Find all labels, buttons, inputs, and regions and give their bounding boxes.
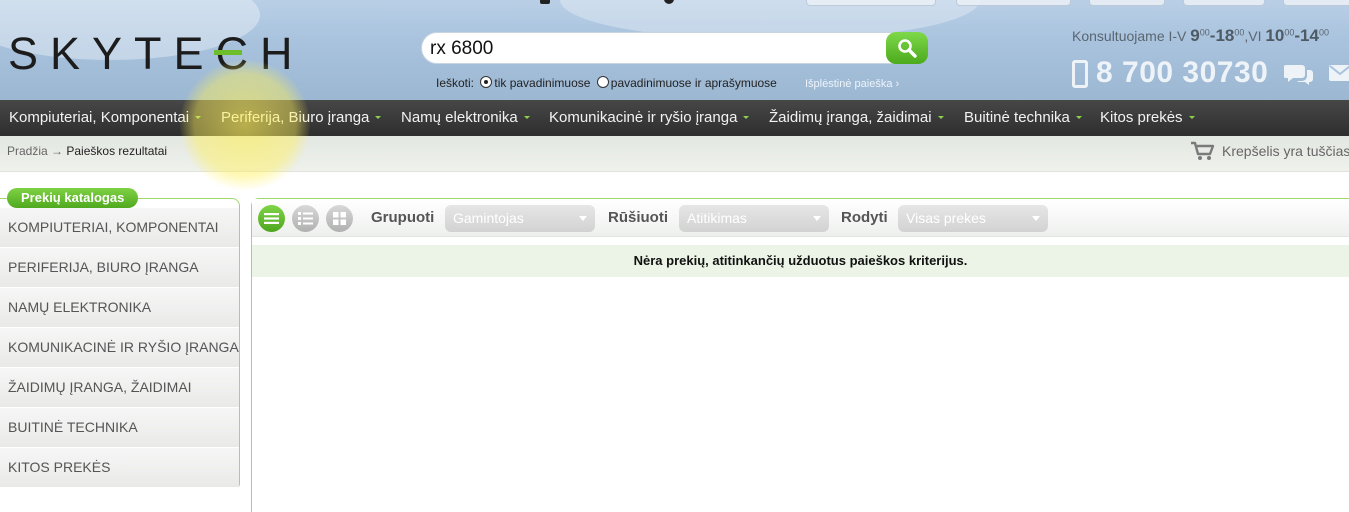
view-grid-button[interactable] [326, 205, 353, 232]
nav-item-other[interactable]: Kitos prekės [1100, 109, 1195, 126]
view-detailed-list-button[interactable] [292, 205, 319, 232]
advanced-search-link[interactable]: Išplėstinė paieška › [805, 78, 899, 90]
hours-weekday-to: 18 [1215, 26, 1235, 45]
sort-select-value: Atitikimas [687, 210, 747, 226]
chevron-down-icon [743, 116, 750, 119]
catalog-item-other[interactable]: KITOS PREKĖS [0, 448, 239, 488]
radio-names-desc[interactable] [596, 76, 609, 88]
chevron-down-icon [1188, 116, 1195, 119]
chat-icon[interactable] [1284, 62, 1314, 86]
breadcrumb: Pradžia → Paieškos rezultatai [7, 144, 167, 158]
logo-accent-bar [214, 50, 242, 55]
nav-item-label: Namų elektronika [401, 109, 518, 126]
catalog-item-appliances[interactable]: BUITINĖ TECHNIKA [0, 408, 239, 448]
breadcrumb-bar: Pradžia → Paieškos rezultatai Krepšelis … [0, 136, 1349, 172]
view-list-button[interactable] [258, 205, 285, 232]
no-results-message: Nėra prekių, atitinkančių užduotus paieš… [252, 245, 1349, 277]
breadcrumb-home[interactable]: Pradžia [7, 144, 48, 158]
search-button[interactable] [886, 32, 928, 64]
top-bar-icon[interactable] [540, 0, 550, 4]
chevron-down-icon [813, 216, 821, 221]
nav-item-peripherals[interactable]: Periferija, Biuro įranga [221, 109, 382, 126]
group-label: Grupuoti [371, 209, 435, 226]
catalog-item-peripherals[interactable]: PERIFERIJA, BIURO ĮRANGA [0, 248, 239, 288]
detailed-list-icon [298, 212, 313, 225]
site-logo[interactable]: SKYTECH [8, 28, 305, 80]
chevron-down-icon [1032, 216, 1040, 221]
grid-view-icon [333, 212, 346, 225]
hours-minutes: 00 [1199, 27, 1210, 38]
chevron-down-icon [1075, 116, 1082, 119]
site-header: SKYTECH Ieškoti: tik pavadinimuose pavad… [0, 0, 1349, 100]
hours-minutes: 00 [1284, 27, 1295, 38]
nav-item-label: Žaidimų įranga, žaidimai [769, 109, 932, 126]
cart-icon [1191, 141, 1215, 160]
show-select[interactable]: Visas prekes [898, 205, 1048, 232]
breadcrumb-arrow: → [51, 144, 64, 158]
results-toolbar: Grupuoti Gamintojas Rūšiuoti Atitikimas … [252, 199, 1349, 237]
top-bar-button[interactable] [806, 0, 936, 6]
sort-label: Rūšiuoti [608, 209, 668, 226]
show-label: Rodyti [841, 209, 888, 226]
search-icon [898, 39, 917, 58]
chevron-down-icon [579, 216, 587, 221]
main-nav: Kompiuteriai, Komponentai Periferija, Bi… [0, 100, 1349, 136]
search-input[interactable] [430, 37, 870, 61]
hours-minutes: 00 [1318, 27, 1329, 38]
catalog-item-computers[interactable]: KOMPIUTERIAI, KOMPONENTAI [0, 208, 239, 248]
search-options: Ieškoti: tik pavadinimuose pavadinimuose… [436, 76, 777, 90]
nav-item-home-electronics[interactable]: Namų elektronika [401, 109, 530, 126]
mobile-phone-icon [1072, 60, 1088, 88]
sort-select[interactable]: Atitikimas [679, 205, 829, 232]
group-select[interactable]: Gamintojas [445, 205, 595, 232]
catalog-list: KOMPIUTERIAI, KOMPONENTAI PERIFERIJA, BI… [0, 208, 239, 488]
group-select-value: Gamintojas [453, 210, 524, 226]
chevron-down-icon [523, 116, 530, 119]
nav-item-label: Komunikacinė ir ryšio įranga [549, 109, 738, 126]
catalog-title: Prekių katalogas [7, 188, 139, 208]
nav-item-gaming[interactable]: Žaidimų įranga, žaidimai [769, 109, 944, 126]
list-view-icon [264, 213, 279, 224]
catalog-item-home-electronics[interactable]: NAMŲ ELEKTRONIKA [0, 288, 239, 328]
cart-label: Krepšelis yra tuščias [1222, 143, 1349, 159]
nav-item-appliances[interactable]: Buitinė technika [964, 109, 1082, 126]
hours-saturday-to: 14 [1300, 26, 1319, 45]
hours-saturday-from: 10 [1265, 26, 1285, 45]
breadcrumb-current: Paieškos rezultatai [66, 144, 168, 158]
nav-item-label: Kitos prekės [1100, 109, 1183, 126]
search-in-label: Ieškoti: [436, 76, 475, 90]
page: SKYTECH Ieškoti: tik pavadinimuose pavad… [0, 0, 1349, 512]
nav-item-label: Kompiuteriai, Komponentai [9, 109, 190, 126]
radio-names-desc-label[interactable]: pavadinimuose ir aprašymuose [611, 76, 777, 90]
nav-item-communication[interactable]: Komunikacinė ir ryšio įranga [549, 109, 750, 126]
mail-icon[interactable] [1328, 64, 1349, 82]
top-bar-button[interactable] [956, 0, 1071, 6]
top-bar-button[interactable] [1089, 0, 1165, 6]
phone-number[interactable]: 8 700 30730 [1096, 56, 1268, 90]
consult-prefix: Konsultuojame I-V [1072, 28, 1187, 44]
radio-names-only[interactable] [480, 76, 493, 88]
cart-status[interactable]: Krepšelis yra tuščias [1190, 140, 1349, 162]
show-select-value: Visas prekes [906, 210, 986, 226]
chevron-down-icon [195, 116, 202, 119]
nav-item-label: Buitinė technika [964, 109, 1070, 126]
catalog-item-gaming[interactable]: ŽAIDIMŲ ĮRANGA, ŽAIDIMAI [0, 368, 239, 408]
hours-weekday-from: 9 [1190, 26, 1200, 45]
search-box [421, 32, 928, 64]
consult-hours: Konsultuojame I-V 900-1800,VI 1000-1400 [1072, 26, 1329, 45]
nav-item-label: Periferija, Biuro įranga [221, 109, 370, 126]
top-bar-button[interactable] [1183, 0, 1265, 6]
chevron-down-icon [937, 116, 944, 119]
saturday-label: ,VI [1244, 28, 1262, 44]
catalog-item-communication[interactable]: KOMUNIKACINĖ IR RYŠIO ĮRANGA [0, 328, 239, 368]
radio-names-only-label[interactable]: tik pavadinimuose [494, 76, 590, 90]
hours-minutes: 00 [1234, 27, 1245, 38]
chevron-down-icon [375, 116, 382, 119]
nav-item-computers[interactable]: Kompiuteriai, Komponentai [9, 109, 202, 126]
top-bar-button[interactable] [1283, 0, 1349, 6]
